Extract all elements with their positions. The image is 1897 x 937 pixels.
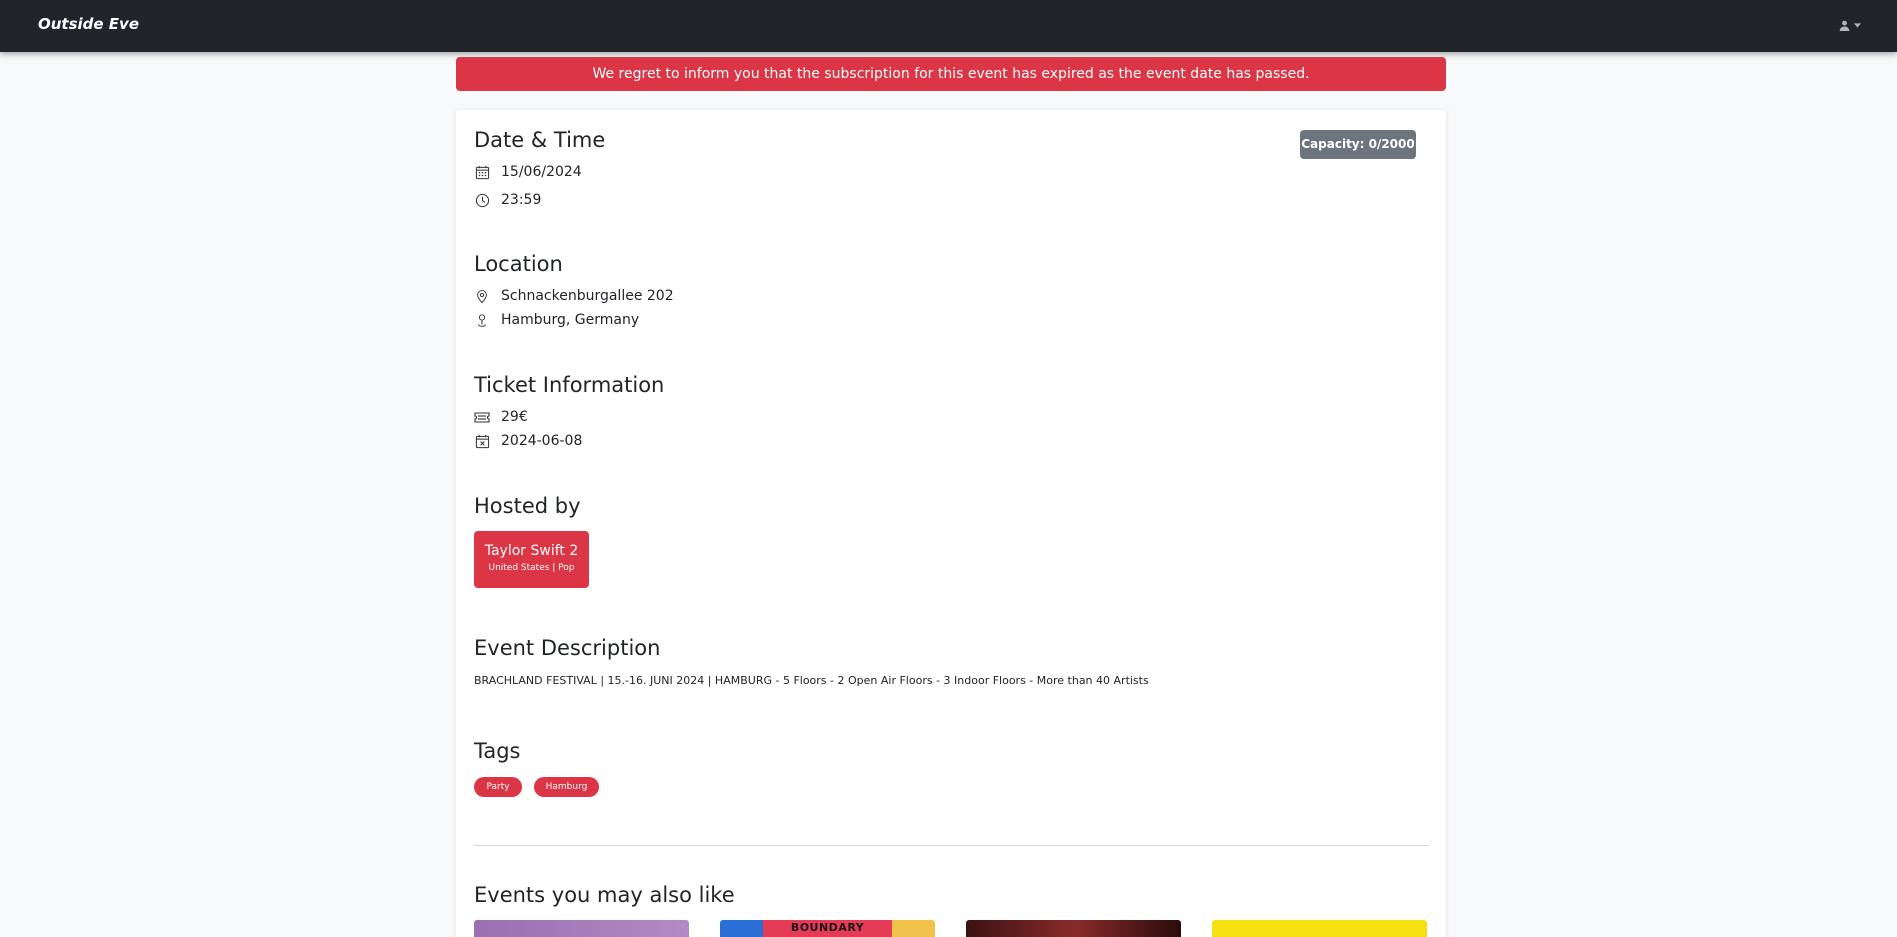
navbar: Outside Eve [0, 0, 1897, 52]
geo-pin-icon [474, 288, 490, 304]
user-menu-toggle[interactable] [1839, 16, 1861, 34]
calendar-x-icon [474, 433, 490, 449]
city-country: Hamburg, Germany [501, 312, 640, 328]
map-pin-icon [474, 312, 490, 328]
brand-logo[interactable]: Outside Eve [38, 15, 139, 33]
location-heading: Location [474, 252, 563, 276]
ticket-price: 29€ [501, 409, 528, 425]
related-events-heading: Events you may also like [474, 883, 735, 907]
capacity-badge: Capacity: 0/2000 [1300, 130, 1416, 159]
event-date-row: 15/06/2024 [474, 164, 582, 180]
related-event-thumbnail-4[interactable] [1212, 920, 1427, 937]
ticket-icon [474, 409, 490, 425]
tag-party[interactable]: Party [474, 777, 522, 797]
caret-down-icon [1854, 22, 1861, 28]
price-row: 29€ [474, 409, 528, 425]
ticket-heading: Ticket Information [474, 373, 665, 397]
thumbnail-2-label: BOUNDARY [790, 921, 865, 934]
event-time-row: 23:59 [474, 192, 541, 208]
host-name: Taylor Swift 2 [484, 543, 579, 559]
clock-icon [474, 192, 490, 208]
event-time: 23:59 [501, 192, 542, 208]
tag-hamburg[interactable]: Hamburg [534, 777, 599, 797]
street-row: Schnackenburgallee 202 [474, 288, 674, 304]
calendar-icon [474, 164, 490, 180]
host-artist-card[interactable]: Taylor Swift 2 United States | Pop [474, 531, 589, 588]
ticket-sale-end: 2024-06-08 [501, 433, 583, 449]
event-date: 15/06/2024 [501, 164, 582, 180]
related-event-thumbnail-3[interactable] [966, 920, 1181, 937]
hosted-by-heading: Hosted by [474, 494, 581, 518]
street-address: Schnackenburgallee 202 [501, 288, 674, 304]
user-icon [1839, 20, 1850, 31]
expired-alert: We regret to inform you that the subscri… [456, 57, 1446, 91]
tags-heading: Tags [474, 739, 521, 763]
related-event-thumbnail-2[interactable]: BOUNDARY [720, 920, 935, 937]
related-event-thumbnail-1[interactable] [474, 920, 689, 937]
event-card: Capacity: 0/2000 Date & Time 15/06/2024 … [456, 110, 1446, 937]
city-row: Hamburg, Germany [474, 312, 639, 328]
host-subtitle: United States | Pop [488, 563, 575, 573]
date-time-heading: Date & Time [474, 128, 606, 152]
event-description: BRACHLAND FESTIVAL | 15.-16. JUNI 2024 |… [474, 674, 1149, 687]
sale-end-row: 2024-06-08 [474, 433, 582, 449]
section-divider [474, 845, 1429, 846]
description-heading: Event Description [474, 636, 661, 660]
